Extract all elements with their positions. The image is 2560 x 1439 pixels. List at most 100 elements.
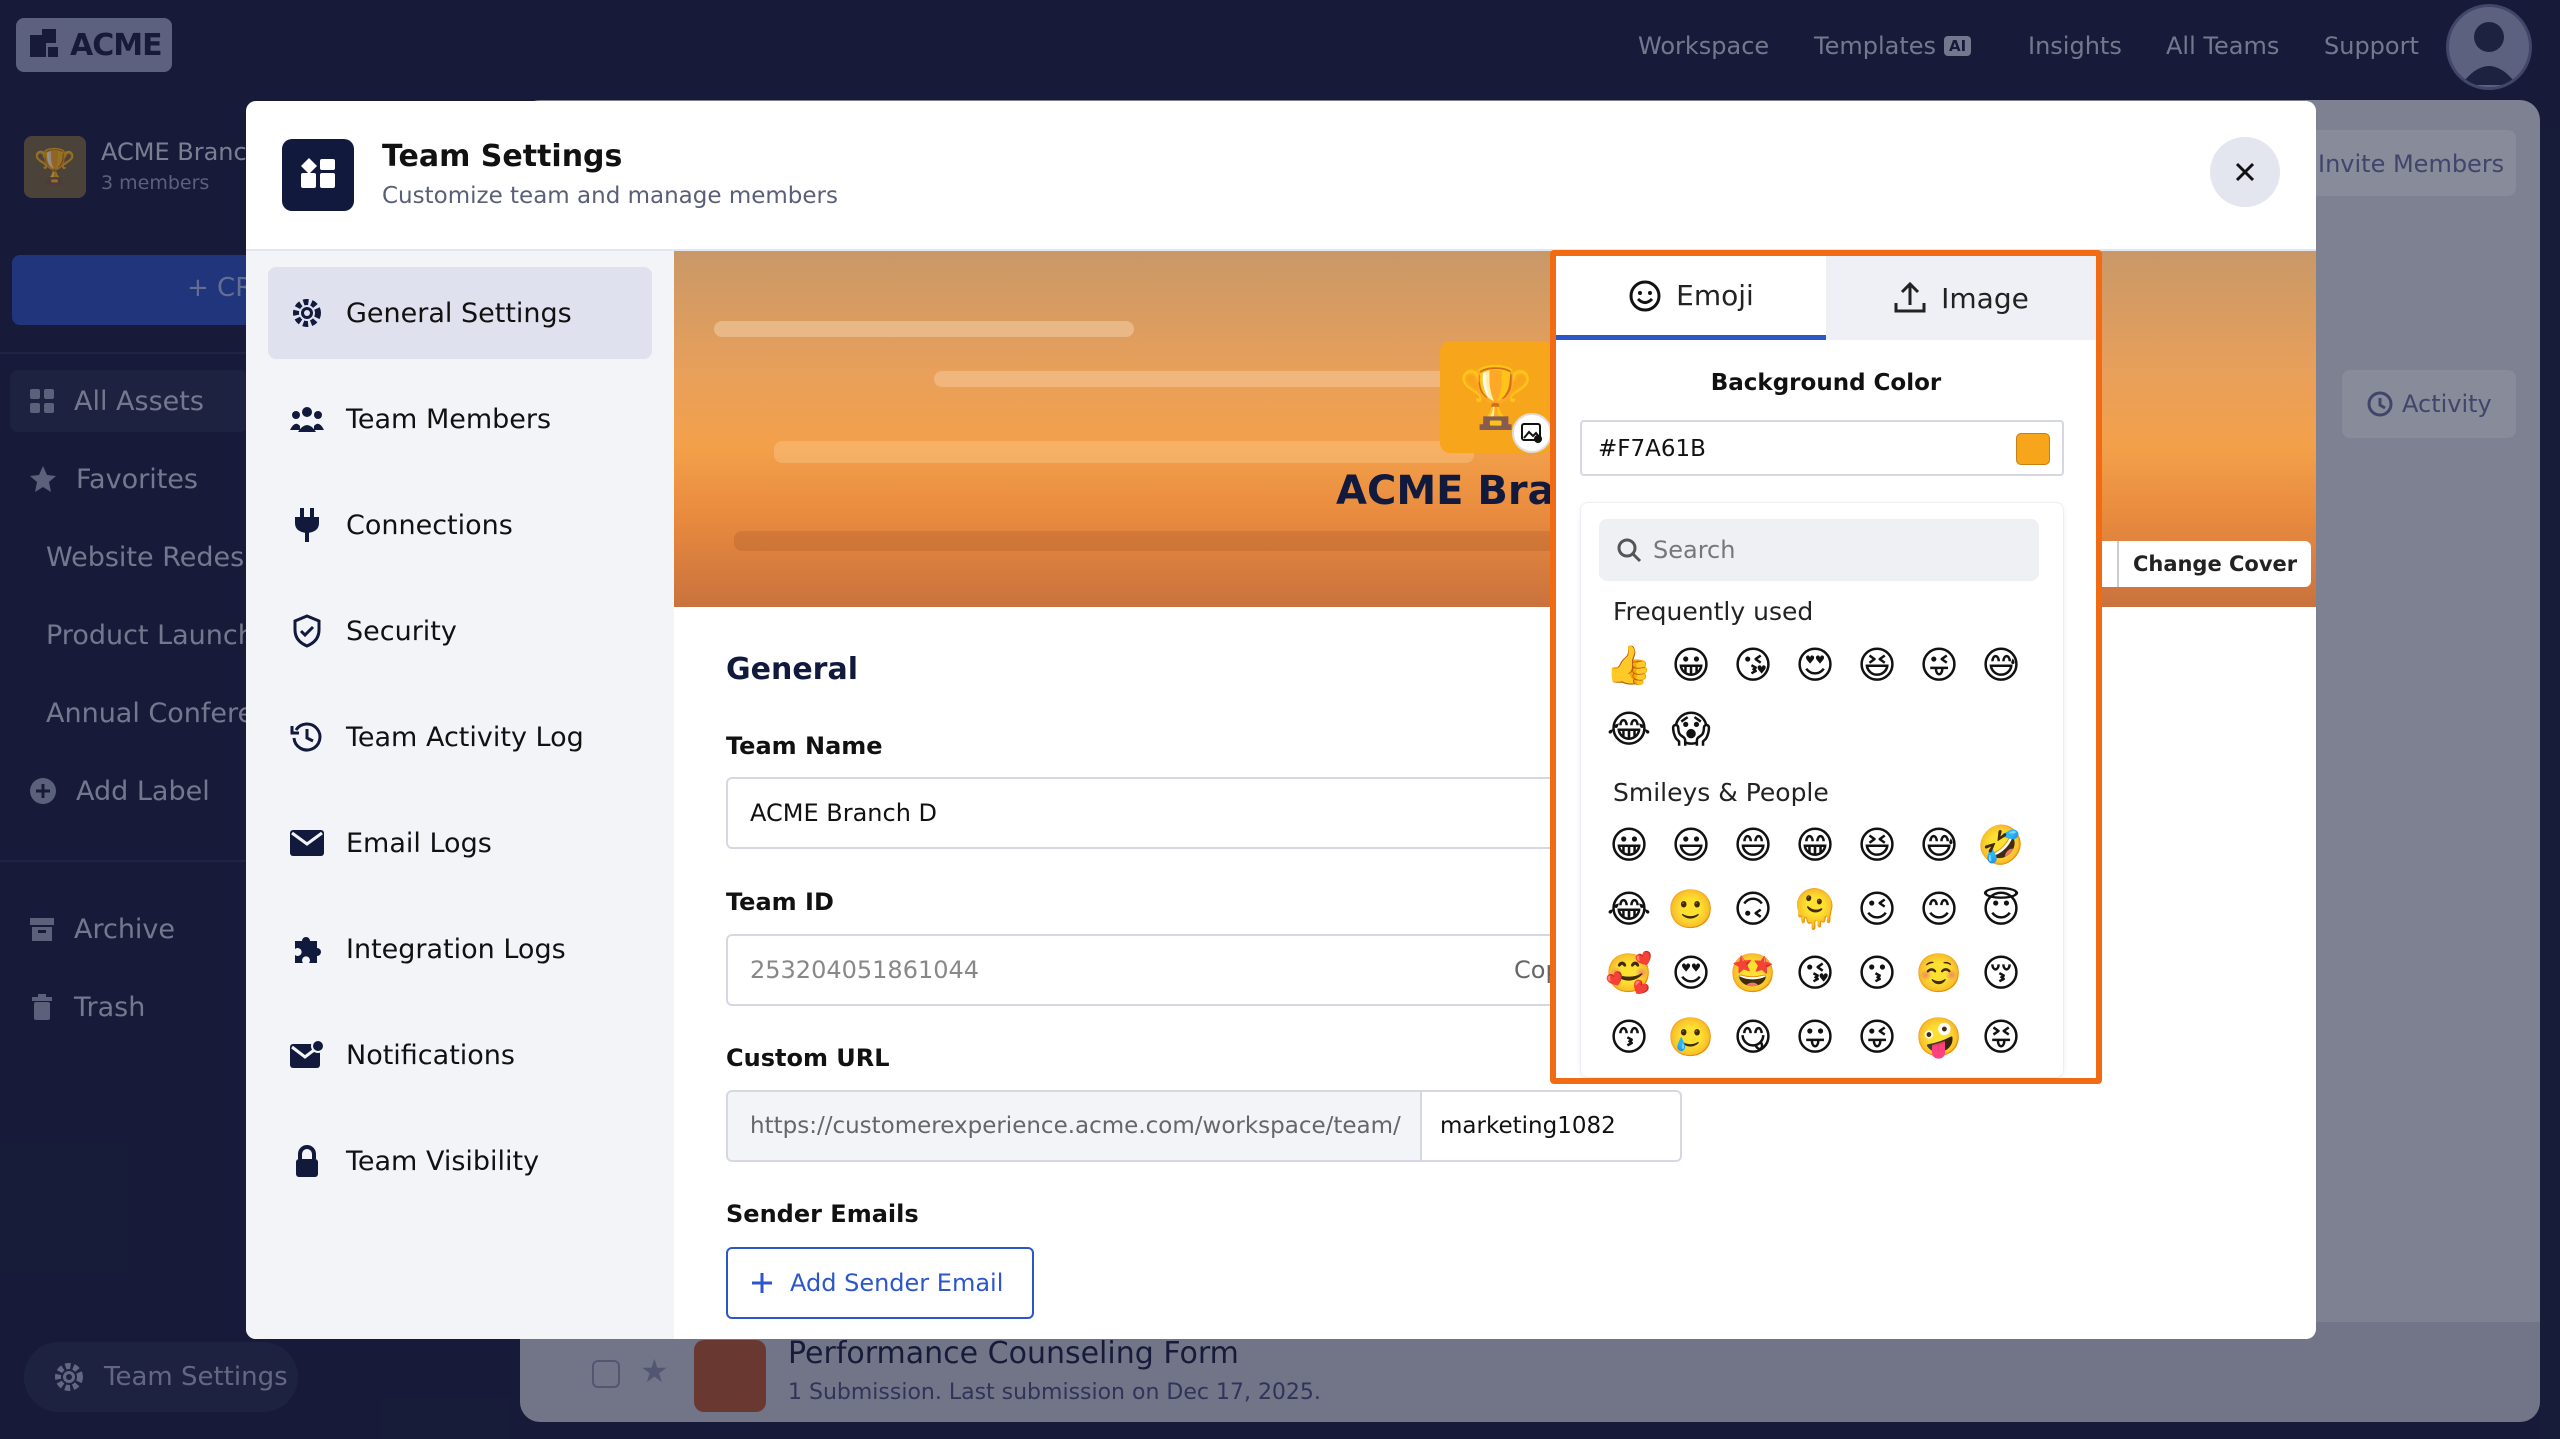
emoji[interactable]: 😜 <box>1853 1013 1901 1061</box>
envelope-icon <box>290 826 324 860</box>
category-frequently-used: Frequently used <box>1613 597 1814 626</box>
emoji-row: 😙 🥲 😋 😛 😜 🤪 😝 <box>1605 1013 2025 1061</box>
emoji[interactable]: 😙 <box>1605 1013 1653 1061</box>
nav-integration-logs[interactable]: Integration Logs <box>268 903 652 995</box>
lock-icon <box>290 1144 324 1178</box>
emoji-sweat-smile[interactable]: 😅 <box>1977 641 2025 689</box>
emoji[interactable]: 🙂 <box>1667 885 1715 933</box>
team-name-input[interactable]: ACME Branch D <box>726 777 1596 849</box>
emoji[interactable]: 😅 <box>1915 821 1963 869</box>
emoji[interactable]: 🫠 <box>1791 885 1839 933</box>
emoji[interactable]: 😉 <box>1853 885 1901 933</box>
nav-security[interactable]: Security <box>268 585 652 677</box>
nav-item-label: Team Members <box>346 403 552 435</box>
nav-item-label: Notifications <box>346 1039 515 1071</box>
emoji[interactable]: 🥰 <box>1605 949 1653 997</box>
emoji[interactable]: 😘 <box>1791 949 1839 997</box>
nav-item-label: General Settings <box>346 297 572 329</box>
background-color-input[interactable]: #F7A61B <box>1580 420 2064 476</box>
emoji-laughing[interactable]: 😆 <box>1853 641 1901 689</box>
tab-image-label: Image <box>1941 281 2029 315</box>
emoji[interactable]: 😀 <box>1605 821 1653 869</box>
emoji[interactable]: 😊 <box>1915 885 1963 933</box>
nav-notifications[interactable]: Notifications <box>268 1009 652 1101</box>
nav-connections[interactable]: Connections <box>268 479 652 571</box>
emoji[interactable]: 😃 <box>1667 821 1715 869</box>
nav-team-activity-log[interactable]: Team Activity Log <box>268 691 652 783</box>
emoji[interactable]: 😇 <box>1977 885 2025 933</box>
settings-nav: General Settings Team Members Connection… <box>246 251 674 1339</box>
emoji[interactable]: 😁 <box>1791 821 1839 869</box>
close-icon <box>2235 162 2255 182</box>
emoji[interactable]: 😋 <box>1729 1013 1777 1061</box>
emoji[interactable]: 😝 <box>1977 1013 2025 1061</box>
tab-emoji-label: Emoji <box>1676 279 1754 312</box>
cover-cloud <box>734 531 1634 551</box>
emoji[interactable]: 😛 <box>1791 1013 1839 1061</box>
color-swatch[interactable] <box>2016 433 2050 465</box>
nav-team-visibility[interactable]: Team Visibility <box>268 1115 652 1207</box>
emoji-row: 😂 😱 <box>1605 705 1715 753</box>
cover-cloud <box>934 371 1494 387</box>
modal-title: Team Settings <box>382 139 623 174</box>
close-button[interactable] <box>2210 137 2280 207</box>
search-icon <box>1617 538 1642 563</box>
smiley-icon <box>1629 280 1661 311</box>
emoji[interactable]: 😗 <box>1853 949 1901 997</box>
emoji-panel: Search Frequently used 👍 😀 😘 😍 😆 😜 😅 😂 😱… <box>1580 502 2064 1078</box>
nav-team-members[interactable]: Team Members <box>268 373 652 465</box>
search-placeholder: Search <box>1653 536 1736 564</box>
change-avatar-button[interactable] <box>1512 413 1552 453</box>
add-sender-email-button[interactable]: Add Sender Email <box>726 1247 1034 1319</box>
emoji-thumbs-up[interactable]: 👍 <box>1605 641 1653 689</box>
modal-subtitle: Customize team and manage members <box>382 183 838 209</box>
emoji[interactable]: 😄 <box>1729 821 1777 869</box>
custom-url-input[interactable]: marketing1082 <box>1420 1090 1682 1162</box>
tab-emoji[interactable]: Emoji <box>1556 256 1826 340</box>
emoji-row: 😂 🙂 🙃 🫠 😉 😊 😇 <box>1605 885 2025 933</box>
team-name-label: Team Name <box>726 732 883 760</box>
nav-item-label: Team Activity Log <box>346 721 584 753</box>
emoji[interactable]: 🤣 <box>1977 821 2025 869</box>
category-smileys-people: Smileys & People <box>1613 778 1829 807</box>
emoji-kiss[interactable]: 😘 <box>1729 641 1777 689</box>
emoji-row: 😀 😃 😄 😁 😆 😅 🤣 <box>1605 821 2025 869</box>
emoji-joy[interactable]: 😂 <box>1605 705 1653 753</box>
emoji-grinning[interactable]: 😀 <box>1667 641 1715 689</box>
nav-item-label: Email Logs <box>346 827 492 859</box>
plus-icon <box>752 1273 772 1293</box>
emoji[interactable]: 🤪 <box>1915 1013 1963 1061</box>
emoji[interactable]: 🤩 <box>1729 949 1777 997</box>
add-sender-label: Add Sender Email <box>790 1269 1004 1297</box>
emoji[interactable]: 😚 <box>1977 949 2025 997</box>
tab-image[interactable]: Image <box>1826 256 2096 340</box>
section-title-general: General <box>726 652 858 687</box>
image-edit-icon <box>1521 423 1542 443</box>
emoji[interactable]: 😍 <box>1667 949 1715 997</box>
emoji[interactable]: 😆 <box>1853 821 1901 869</box>
custom-url-label: Custom URL <box>726 1044 890 1072</box>
emoji-heart-eyes[interactable]: 😍 <box>1791 641 1839 689</box>
emoji-search-input[interactable]: Search <box>1599 519 2039 581</box>
emoji[interactable]: ☺️ <box>1915 949 1963 997</box>
team-id-label: Team ID <box>726 888 834 916</box>
cover-cloud <box>714 321 1134 337</box>
emoji[interactable]: 🙃 <box>1729 885 1777 933</box>
emoji-scream[interactable]: 😱 <box>1667 705 1715 753</box>
emoji-picker: Emoji Image Background Color #F7A61B Sea… <box>1550 250 2102 1084</box>
upload-icon <box>1894 281 1926 313</box>
emoji-wink-tongue[interactable]: 😜 <box>1915 641 1963 689</box>
nav-item-label: Security <box>346 615 457 647</box>
background-color-label: Background Color <box>1710 370 1942 396</box>
change-cover-button[interactable]: Change Cover <box>2116 541 2311 587</box>
emoji[interactable]: 😂 <box>1605 885 1653 933</box>
sender-emails-label: Sender Emails <box>726 1200 919 1228</box>
cover-actions: n Change Cover <box>2074 541 2312 587</box>
emoji-row: 🥰 😍 🤩 😘 😗 ☺️ 😚 <box>1605 949 2025 997</box>
emoji[interactable]: 🥲 <box>1667 1013 1715 1061</box>
picker-tabs: Emoji Image <box>1556 256 2096 340</box>
gear-icon <box>290 296 324 330</box>
nav-email-logs[interactable]: Email Logs <box>268 797 652 889</box>
nav-general-settings[interactable]: General Settings <box>268 267 652 359</box>
modal-header: Team Settings Customize team and manage … <box>246 101 2316 251</box>
